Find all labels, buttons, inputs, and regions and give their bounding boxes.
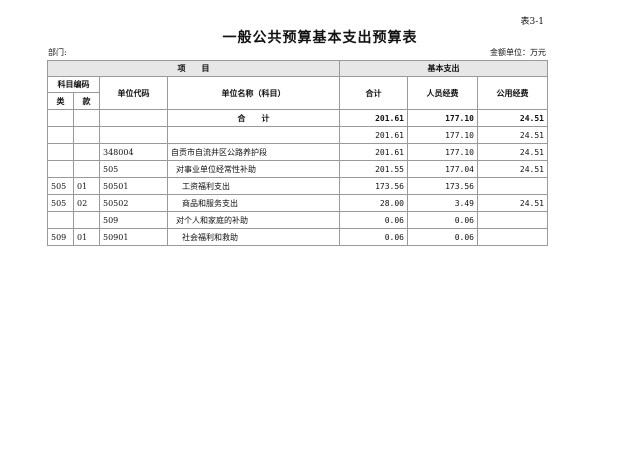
- cell-name: 对事业单位经常性补助: [167, 160, 340, 178]
- cell-category: [47, 211, 74, 229]
- cell-personnel: 173.56: [407, 177, 478, 195]
- cell-name: 社会福利和救助: [167, 228, 340, 246]
- cell-public: 24.51: [477, 143, 548, 161]
- cell-personnel: 0.06: [407, 228, 478, 246]
- table-number: 表3-1: [520, 17, 545, 27]
- cell-code: 505: [99, 160, 168, 178]
- header-basic-expenditure: 基本支出: [339, 60, 548, 77]
- cell-category: 505: [47, 194, 74, 212]
- amount-unit-label: 金额单位：万元: [490, 48, 546, 57]
- cell-personnel: 177.04: [407, 160, 478, 178]
- table-row-total: 合 计 201.61 177.10 24.51: [47, 109, 548, 127]
- header-item: 项 目: [47, 60, 340, 77]
- cell-name: 工资福利支出: [167, 177, 340, 195]
- table-row: 509 对个人和家庭的补助 0.06 0.06: [47, 211, 548, 229]
- cell-category: [47, 160, 74, 178]
- cell-public: [477, 228, 548, 246]
- cell-category: 509: [47, 228, 74, 246]
- header-category: 类: [47, 92, 74, 110]
- cell-public: 24.51: [477, 126, 548, 144]
- cell-personnel: 0.06: [407, 211, 478, 229]
- cell-total: 0.06: [339, 228, 408, 246]
- header-subject-code: 科目编码: [47, 76, 100, 93]
- cell-category: [47, 143, 74, 161]
- cell-total: 201.61: [339, 109, 408, 127]
- header-section: 款: [73, 92, 100, 110]
- cell-total: 201.61: [339, 126, 408, 144]
- header-unit-code: 单位代码: [99, 76, 168, 110]
- header-total: 合计: [339, 76, 408, 110]
- table-row: 505 02 50502 商品和服务支出 28.00 3.49 24.51: [47, 194, 548, 212]
- cell-category: [47, 109, 74, 127]
- cell-code: 50501: [99, 177, 168, 195]
- cell-public: [477, 211, 548, 229]
- cell-name: 商品和服务支出: [167, 194, 340, 212]
- cell-total: 201.61: [339, 143, 408, 161]
- cell-section: [73, 126, 100, 144]
- table-row: 201.61 177.10 24.51: [47, 126, 548, 144]
- cell-personnel: 177.10: [407, 126, 478, 144]
- cell-personnel: 177.10: [407, 143, 478, 161]
- cell-section: [73, 109, 100, 127]
- cell-total: 173.56: [339, 177, 408, 195]
- cell-name: 自贡市自流井区公路养护段: [167, 143, 340, 161]
- header-personnel: 人员经费: [407, 76, 478, 110]
- table-row: 505 01 50501 工资福利支出 173.56 173.56: [47, 177, 548, 195]
- table-row: 509 01 50901 社会福利和救助 0.06 0.06: [47, 228, 548, 246]
- cell-public: 24.51: [477, 160, 548, 178]
- cell-personnel: 177.10: [407, 109, 478, 127]
- cell-section: 02: [73, 194, 100, 212]
- cell-personnel: 3.49: [407, 194, 478, 212]
- table-row: 348004 自贡市自流井区公路养护段 201.61 177.10 24.51: [47, 143, 548, 161]
- cell-name: [167, 126, 340, 144]
- cell-category: 505: [47, 177, 74, 195]
- page-title: 一般公共预算基本支出预算表: [222, 30, 418, 46]
- cell-code: 50901: [99, 228, 168, 246]
- cell-public: 24.51: [477, 109, 548, 127]
- table-row: 505 对事业单位经常性补助 201.55 177.04 24.51: [47, 160, 548, 178]
- cell-code: 509: [99, 211, 168, 229]
- header-public: 公用经费: [477, 76, 548, 110]
- cell-total: 0.06: [339, 211, 408, 229]
- cell-code: 348004: [99, 143, 168, 161]
- cell-code: [99, 126, 168, 144]
- cell-section: [73, 143, 100, 161]
- cell-name: 合 计: [167, 109, 340, 127]
- cell-name: 对个人和家庭的补助: [167, 211, 340, 229]
- cell-code: [99, 109, 168, 127]
- cell-public: [477, 177, 548, 195]
- cell-public: 24.51: [477, 194, 548, 212]
- budget-table: 项 目 基本支出 科目编码 单位代码 单位名称（科目） 合计 人员经费 公用经费…: [47, 60, 548, 246]
- cell-section: 01: [73, 177, 100, 195]
- cell-category: [47, 126, 74, 144]
- cell-section: [73, 160, 100, 178]
- cell-total: 201.55: [339, 160, 408, 178]
- cell-code: 50502: [99, 194, 168, 212]
- header-unit-name: 单位名称（科目）: [167, 76, 340, 110]
- cell-section: 01: [73, 228, 100, 246]
- cell-section: [73, 211, 100, 229]
- cell-total: 28.00: [339, 194, 408, 212]
- department-label: 部门:: [48, 48, 67, 57]
